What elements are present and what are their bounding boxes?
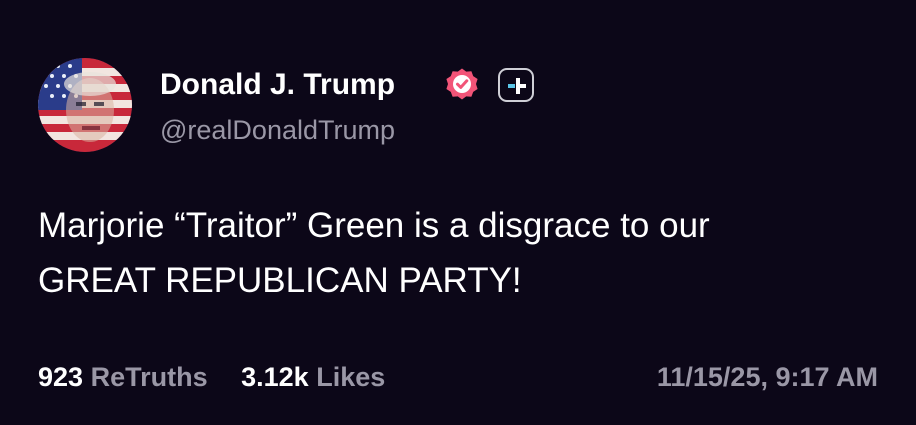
- post-card: Donald J. Trump @realDonaldTrump Marjori…: [0, 0, 916, 425]
- plus-badge-icon[interactable]: [498, 68, 534, 102]
- post-text-line: Marjorie “Traitor” Green is a disgrace t…: [38, 206, 710, 245]
- flag-face-avatar-icon: [38, 58, 132, 152]
- post-timestamp[interactable]: 11/15/25, 9:17 AM: [657, 360, 878, 394]
- avatar[interactable]: [38, 58, 132, 152]
- engagement-stats: 923 ReTruths 3.12k Likes: [38, 360, 411, 394]
- user-handle[interactable]: @realDonaldTrump: [160, 113, 395, 147]
- verified-badge-icon: [444, 67, 480, 103]
- retruths-stat[interactable]: 923 ReTruths: [38, 360, 208, 394]
- retruths-count: 923: [38, 362, 84, 392]
- retruths-label: ReTruths: [90, 362, 208, 392]
- display-name[interactable]: Donald J. Trump: [160, 66, 395, 104]
- likes-label: Likes: [316, 362, 386, 392]
- likes-count: 3.12k: [241, 362, 309, 392]
- likes-stat[interactable]: 3.12k Likes: [241, 360, 385, 394]
- post-text-line: GREAT REPUBLICAN PARTY!: [38, 261, 522, 300]
- post-text: Marjorie “Traitor” Green is a disgrace t…: [38, 198, 888, 308]
